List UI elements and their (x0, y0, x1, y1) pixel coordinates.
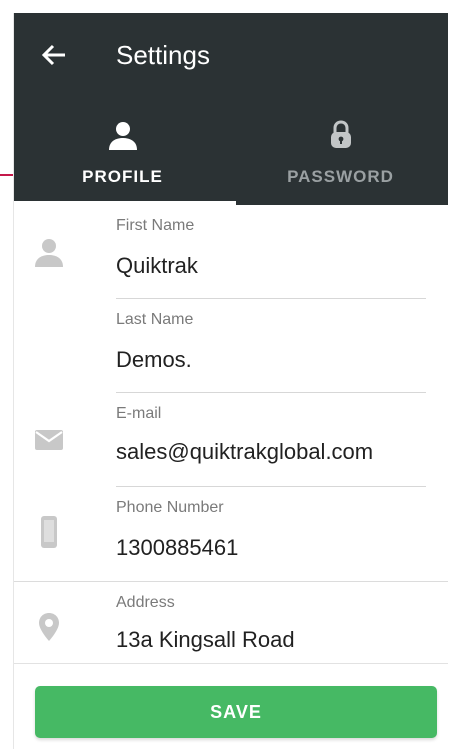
last-name-row: Last Name (14, 299, 448, 393)
email-field[interactable] (116, 438, 426, 466)
address-field[interactable] (116, 626, 426, 654)
settings-screen: Settings PROFILE PASSWORD First Name Qui… (13, 13, 448, 749)
person-icon (32, 235, 66, 269)
person-icon (108, 122, 137, 150)
save-button[interactable]: SAVE (35, 686, 437, 738)
page-title: Settings (116, 40, 210, 70)
mobile-phone-icon (32, 515, 66, 549)
save-bar: SAVE (14, 663, 448, 749)
phone-field[interactable] (116, 534, 426, 562)
phone-row: Phone Number (14, 487, 448, 581)
location-pin-icon (32, 610, 66, 644)
arrow-left-icon (41, 44, 65, 66)
lock-icon (330, 120, 351, 148)
first-name-row: First Name (14, 205, 448, 299)
phone-label: Phone Number (116, 499, 224, 516)
tab-password[interactable]: PASSWORD (232, 109, 448, 205)
first-name-field[interactable] (116, 252, 426, 280)
tab-password-label: PASSWORD (287, 167, 394, 186)
email-row: E-mail (14, 393, 448, 487)
app-bar: Settings PROFILE PASSWORD (14, 13, 448, 205)
last-name-label: Last Name (116, 311, 194, 328)
email-label: E-mail (116, 405, 162, 422)
first-name-label: First Name (116, 217, 195, 234)
last-name-field[interactable] (116, 346, 426, 374)
address-row: Address (14, 582, 448, 663)
address-label: Address (116, 594, 175, 611)
tab-profile-label: PROFILE (82, 167, 163, 186)
mail-icon (32, 423, 66, 457)
tab-profile[interactable]: PROFILE (14, 109, 231, 205)
back-button[interactable] (36, 39, 72, 71)
